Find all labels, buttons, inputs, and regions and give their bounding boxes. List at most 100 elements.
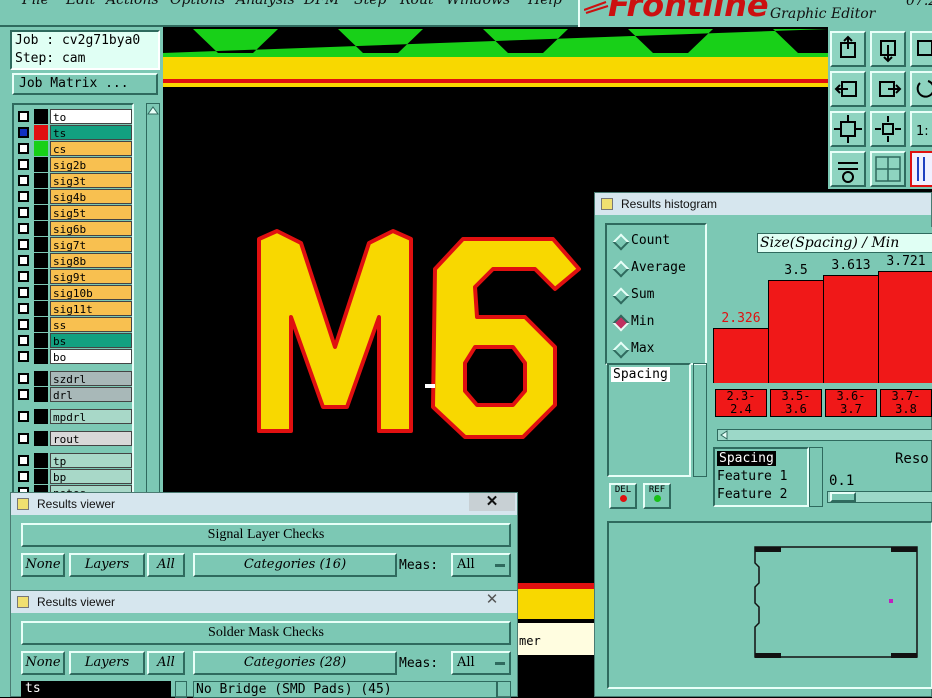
menu-analysis[interactable]: Analysis [236,0,295,8]
menu-dfm[interactable]: DFM [304,0,339,8]
signal-layer-checks-button[interactable]: Signal Layer Checks [21,523,511,547]
move-right-tool-icon[interactable] [870,71,906,107]
layers-button[interactable]: Layers [69,553,145,577]
layer-color-swatch[interactable] [34,285,48,300]
move-up-tool-icon[interactable] [830,31,866,67]
layer-name[interactable]: sig10b [50,285,132,300]
menu-help[interactable]: Help [528,0,562,8]
layer-checkbox[interactable] [18,351,29,362]
layer-name[interactable]: drl [50,387,132,402]
layer-checkbox[interactable] [18,191,29,202]
layer-name[interactable]: cs [50,141,132,156]
layer-color-swatch[interactable] [34,409,48,424]
layer-name[interactable]: sig11t [50,301,132,316]
close-icon[interactable]: ✕ [469,493,515,511]
measure-list-item[interactable]: Spacing [611,367,670,382]
layer-name[interactable]: sig8b [50,253,132,268]
min-radio[interactable] [612,314,630,332]
layer-checkbox[interactable] [18,111,29,122]
layer-name[interactable]: bo [50,349,132,364]
layer-color-swatch[interactable] [34,349,48,364]
expand-tool-icon[interactable] [830,111,866,147]
categories-button[interactable]: Categories (16) [193,553,397,577]
layer-name[interactable]: szdrl [50,371,132,386]
layer-checkbox[interactable] [18,411,29,422]
layer-name[interactable]: ts [50,125,132,140]
layer-name[interactable]: mpdrl [50,409,132,424]
layer-color-swatch[interactable] [34,109,48,124]
histogram-bar[interactable] [823,275,879,383]
menu-file[interactable]: File [22,0,49,8]
align-top-tool-icon[interactable] [910,31,932,67]
layer-color-swatch[interactable] [34,387,48,402]
attribute-list-scrollbar[interactable] [809,447,823,507]
layer-color-swatch[interactable] [34,237,48,252]
layer-row-sig9t[interactable]: sig9t [16,269,132,284]
scroll-left-icon[interactable] [719,430,729,440]
layer-row-bo[interactable]: bo [16,349,132,364]
attribute-item-feature1[interactable]: Feature 1 [717,469,787,484]
layer-row-sig2b[interactable]: sig2b [16,157,132,172]
layer-row-to[interactable]: to [16,109,132,124]
layer-row-sig11t[interactable]: sig11t [16,301,132,316]
shrink-tool-icon[interactable] [870,111,906,147]
layer-name[interactable]: sig6b [50,221,132,236]
layer-color-swatch[interactable] [34,371,48,386]
menu-step[interactable]: Step [354,0,386,8]
layer-checkbox[interactable] [18,223,29,234]
layer-name[interactable]: bs [50,333,132,348]
job-matrix-button[interactable]: Job Matrix ... [12,73,158,95]
layer-color-swatch[interactable] [34,333,48,348]
histogram-bar[interactable] [878,271,932,383]
layer-checkbox[interactable] [18,319,29,330]
layer-name[interactable]: sig7t [50,237,132,252]
layer-checkbox[interactable] [18,433,29,444]
none-button[interactable]: None [21,553,65,577]
menu-actions[interactable]: Actions [106,0,159,8]
layer-row-cs[interactable]: cs [16,141,132,156]
layer-color-swatch[interactable] [34,221,48,236]
layer-color-swatch[interactable] [34,431,48,446]
layer-name[interactable]: ss [50,317,132,332]
layer-row-sig3t[interactable]: sig3t [16,173,132,188]
measure-list[interactable]: Spacing [607,363,691,477]
layer-row-sig10b[interactable]: sig10b [16,285,132,300]
layers-button[interactable]: Layers [69,651,145,675]
menu-edit[interactable]: Edit [66,0,95,8]
move-down-tool-icon[interactable] [870,31,906,67]
menu-rout[interactable]: Rout [400,0,434,8]
sum-radio[interactable] [612,287,630,305]
layer-name[interactable]: sig9t [50,269,132,284]
layer-row-sig4b[interactable]: sig4b [16,189,132,204]
average-radio[interactable] [612,260,630,278]
layer-checkbox[interactable] [18,287,29,298]
close-icon[interactable]: ✕ [469,591,515,609]
layer-row-sig6b[interactable]: sig6b [16,221,132,236]
layer-checkbox[interactable] [18,389,29,400]
layer-name[interactable]: rout [50,431,132,446]
layer-checkbox[interactable] [18,455,29,466]
layer-color-swatch[interactable] [34,253,48,268]
layer-color-swatch[interactable] [34,301,48,316]
histogram-bar[interactable] [713,328,769,383]
max-radio[interactable] [612,341,630,359]
layer-row-mpdrl[interactable]: mpdrl [16,409,132,424]
ref-button[interactable]: REF [643,483,671,509]
layer-checkbox[interactable] [18,373,29,384]
attribute-list[interactable]: Spacing Feature 1 Feature 2 [713,447,809,507]
layer-checkbox[interactable] [18,471,29,482]
attribute-item-spacing[interactable]: Spacing [717,451,776,466]
layer-row-rout[interactable]: rout [16,431,132,446]
layer-checkbox[interactable] [18,255,29,266]
category-result-scrollbar[interactable] [497,681,511,698]
layer-row-drl[interactable]: drl [16,387,132,402]
layer-checkbox[interactable] [18,271,29,282]
solder-mask-checks-button[interactable]: Solder Mask Checks [21,621,511,645]
layer-list-scrollbar[interactable] [146,103,160,495]
layer-name[interactable]: tp [50,453,132,468]
paint-tool-icon[interactable] [830,151,866,187]
layer-color-swatch[interactable] [34,453,48,468]
histogram-bar[interactable] [768,280,824,383]
resolution-slider[interactable] [827,491,932,503]
layer-color-swatch[interactable] [34,173,48,188]
